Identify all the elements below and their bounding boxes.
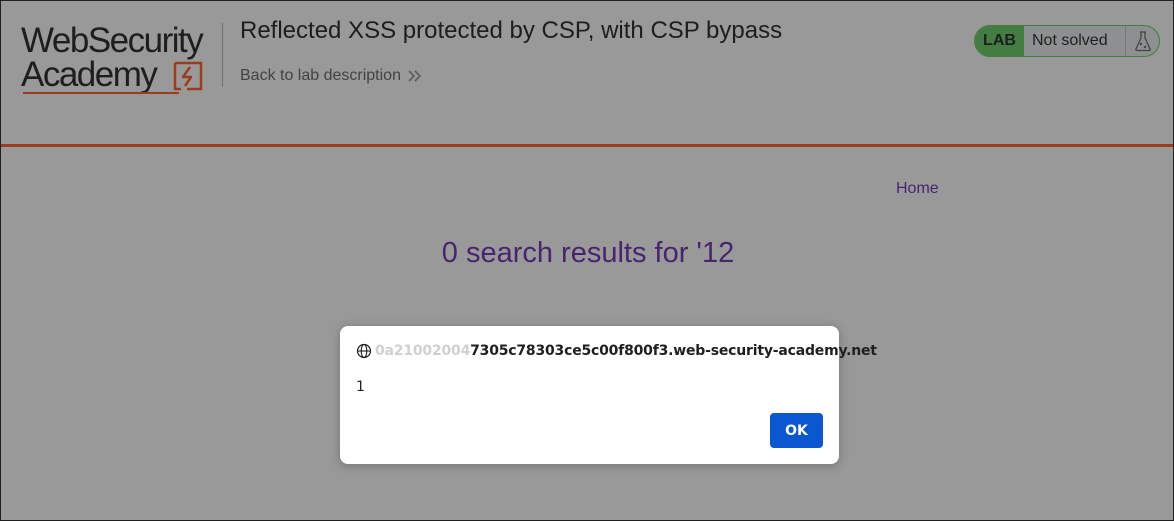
globe-icon [356,343,372,359]
dialog-message: 1 [356,379,365,395]
dialog-origin: 0a210020047305c78303ce5c00f800f3.web-sec… [375,343,877,359]
alert-dialog: 0a210020047305c78303ce5c00f800f3.web-sec… [340,326,877,464]
dialog-origin-visible: 7305c78303ce5c00f800f3.web-security-acad… [470,343,877,359]
page: WebSecurity Academy Reflected XSS protec… [0,0,1174,521]
dialog-origin-faded: 0a21002004 [375,343,471,359]
ok-button[interactable]: OK [770,413,823,448]
